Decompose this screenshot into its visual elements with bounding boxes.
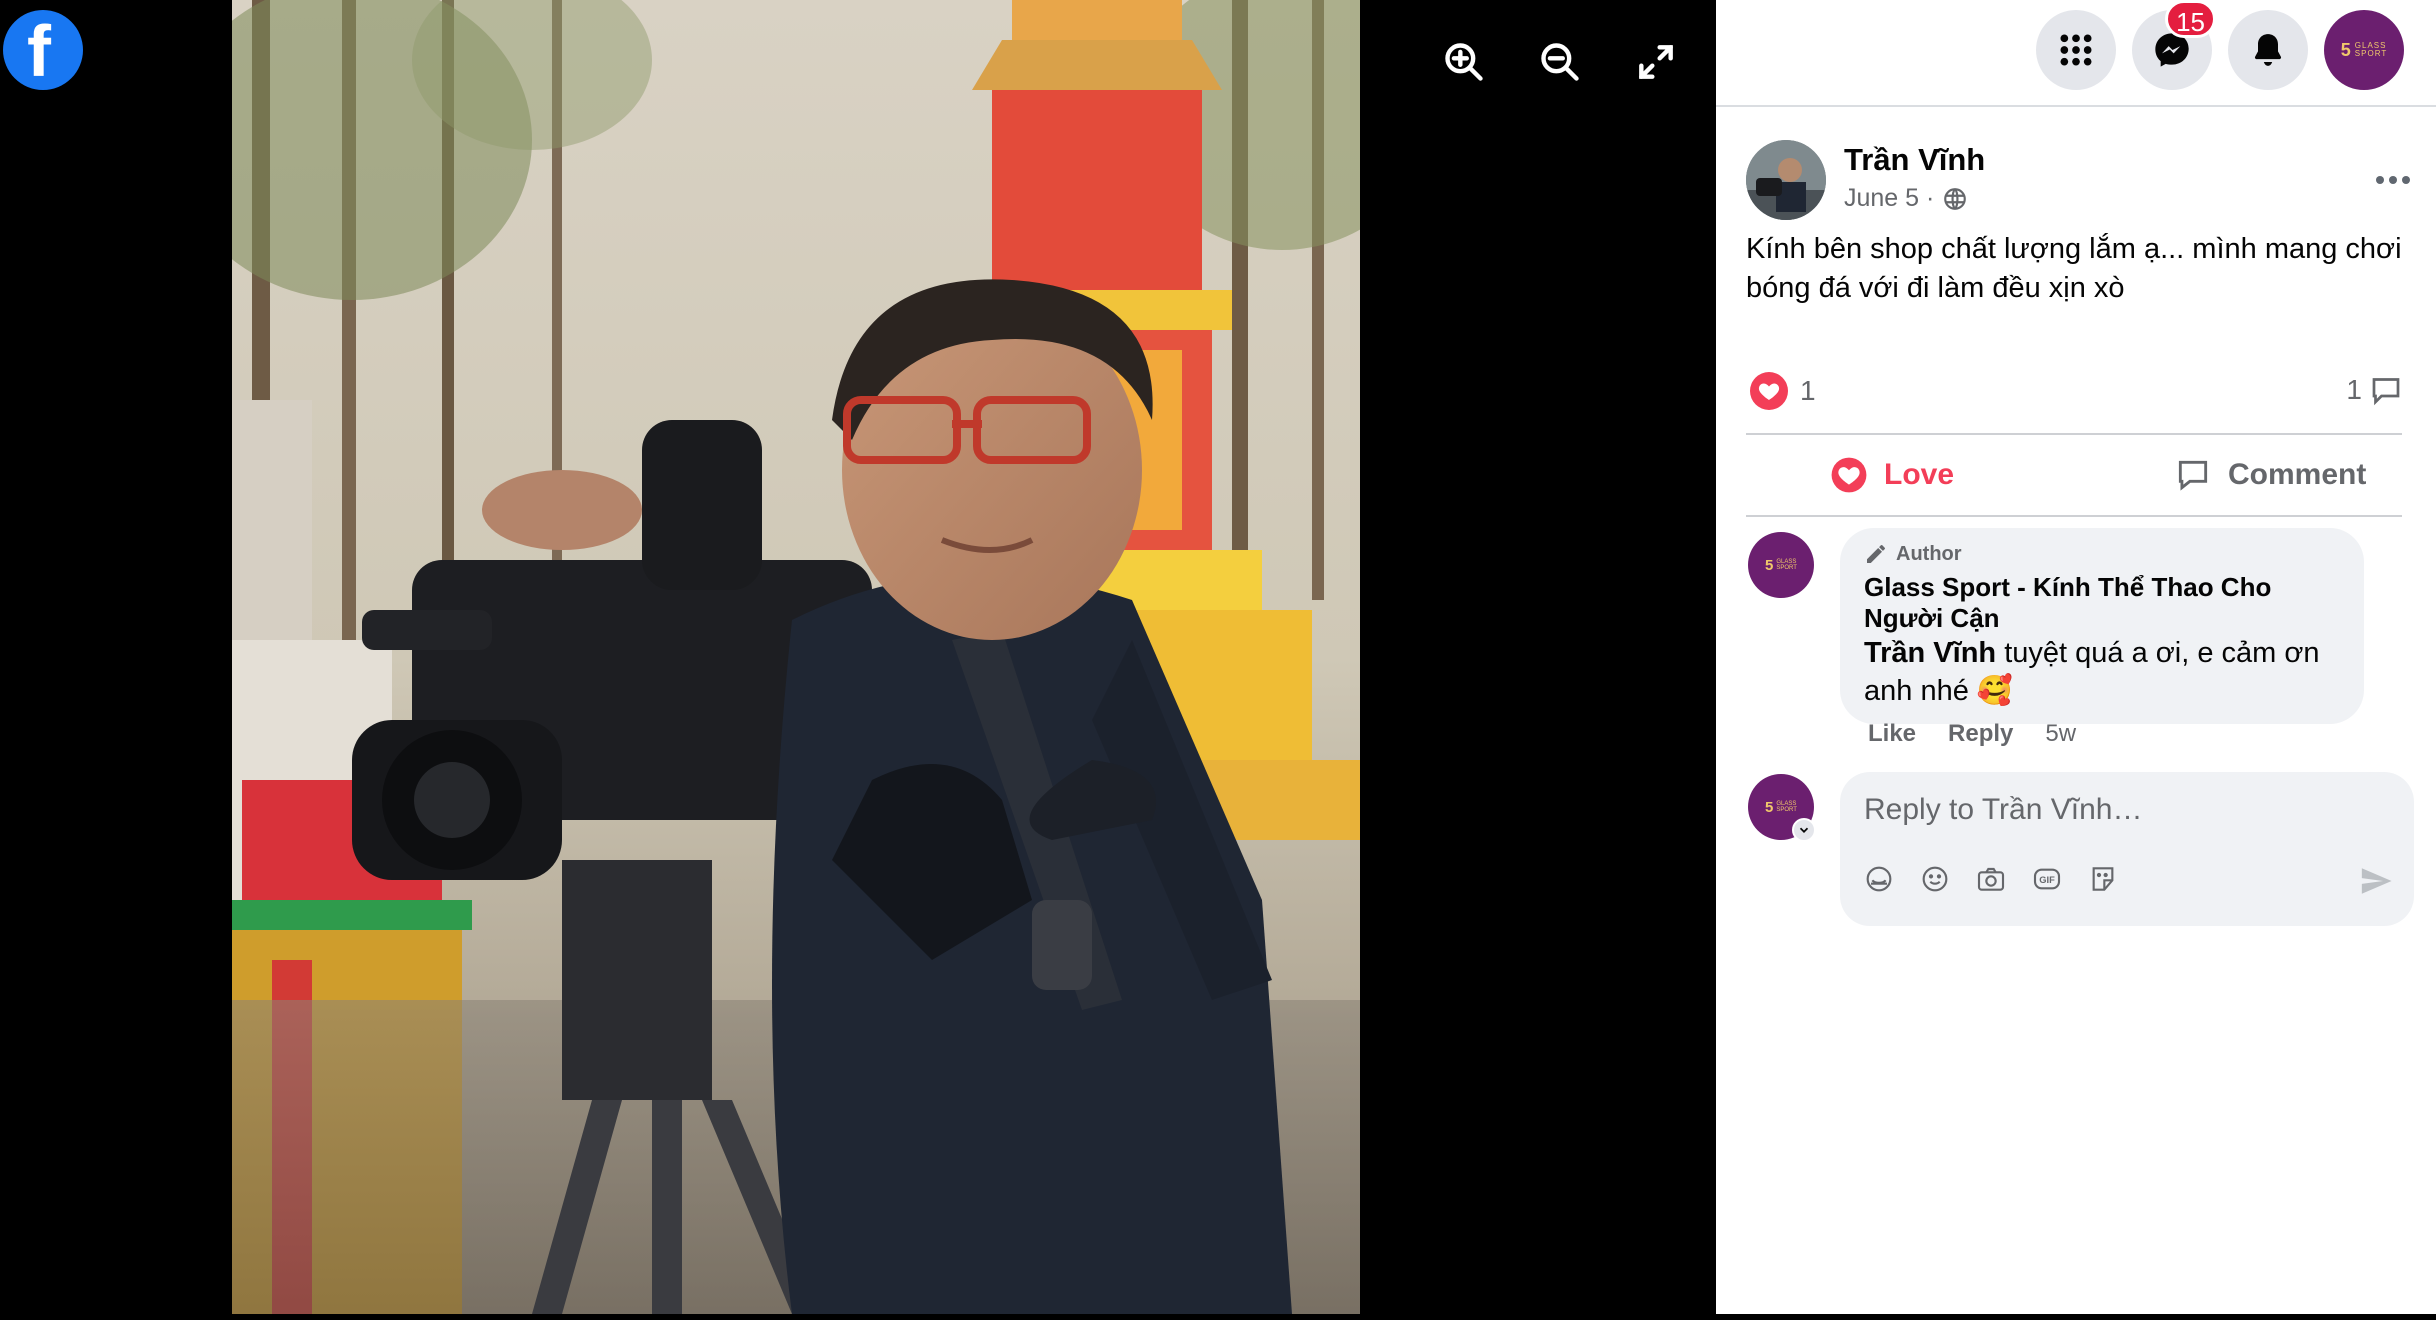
reaction-summary[interactable]: 1 xyxy=(1750,372,1816,410)
reply-avatar-mark: 5 xyxy=(1765,798,1774,816)
post-text: Kính bên shop chất lượng lắm ạ... mình m… xyxy=(1746,233,2402,304)
post-meta: June 5 · xyxy=(1844,184,1968,213)
reply-avatar[interactable]: 5 GLASS SPORT xyxy=(1748,774,1816,842)
author-avatar-image xyxy=(1746,140,1826,220)
chevron-down-icon[interactable] xyxy=(1792,818,1816,842)
reaction-count: 1 xyxy=(1800,375,1816,406)
grid-icon xyxy=(2060,34,2092,66)
messenger-button[interactable]: 15 xyxy=(2132,0,2216,90)
notifications-button[interactable] xyxy=(2228,10,2308,90)
viewer-toolbar xyxy=(1438,36,1682,88)
post-actions: Love Comment xyxy=(1746,433,2402,517)
comment-button[interactable]: Comment xyxy=(2174,449,2366,501)
reply-field: GIF xyxy=(1840,772,2414,926)
bell-icon xyxy=(2254,34,2282,66)
send-icon[interactable] xyxy=(2358,864,2394,898)
comment-time[interactable]: 5w xyxy=(2045,720,2076,748)
messenger-badge: 15 xyxy=(2165,0,2216,38)
comment-label: Comment xyxy=(2228,458,2367,491)
reply-input[interactable] xyxy=(1864,788,2384,832)
camera-icon[interactable] xyxy=(1974,862,2008,896)
account-avatar[interactable]: 5 GLASS SPORT xyxy=(2324,10,2404,90)
pencil-icon xyxy=(1867,545,1885,563)
facebook-logo-letter: f xyxy=(27,12,51,92)
comment-actions: Like Reply 5w xyxy=(1868,720,2076,748)
love-label: Love xyxy=(1884,458,1955,491)
post-header: Trần Vĩnh June 5 · xyxy=(1746,140,2410,220)
reply-avatar-text: GLASS SPORT xyxy=(1776,800,1797,813)
gif-icon[interactable]: GIF xyxy=(2030,862,2064,896)
sticker-icon[interactable] xyxy=(2086,862,2120,896)
brand-mark: 5 xyxy=(2340,40,2351,60)
fullscreen-icon[interactable] xyxy=(1630,36,1682,88)
author-avatar[interactable] xyxy=(1746,140,1826,220)
photo-viewer: f xyxy=(0,0,1716,1320)
love-reaction-icon xyxy=(1750,372,1788,410)
commenter-avatar[interactable]: 5 GLASS SPORT xyxy=(1748,532,1814,598)
post-photo[interactable] xyxy=(232,0,1360,1314)
commenter-name[interactable]: Glass Sport - Kính Thể Thao Cho Người Cậ… xyxy=(1864,572,2342,634)
zoom-in-icon[interactable] xyxy=(1438,36,1490,88)
post-date[interactable]: June 5 · xyxy=(1844,184,1934,213)
svg-text:GIF: GIF xyxy=(2039,875,2055,885)
comment-bubble: Author Glass Sport - Kính Thể Thao Cho N… xyxy=(1840,528,2364,724)
brand-text: GLASS SPORT xyxy=(2354,40,2388,58)
reply-tools: GIF xyxy=(1862,862,2120,896)
comment-reply-link[interactable]: Reply xyxy=(1948,720,2013,748)
post-panel: 15 5 GLASS SPORT Trần Vĩnh June 5 · Kính… xyxy=(1716,0,2436,1314)
comment-like-link[interactable]: Like xyxy=(1868,720,1916,748)
top-navigation: 15 5 GLASS SPORT xyxy=(1716,0,2436,107)
commenter-avatar-text: GLASS SPORT xyxy=(1776,558,1797,571)
zoom-out-icon[interactable] xyxy=(1534,36,1586,88)
comment-mention[interactable]: Trần Vĩnh xyxy=(1864,637,1996,669)
author-tag: Author xyxy=(1864,542,2342,566)
commenter-avatar-mark: 5 xyxy=(1765,556,1774,574)
love-icon xyxy=(1831,457,1867,493)
emoji-icon[interactable] xyxy=(1918,862,1952,896)
menu-grid-button[interactable] xyxy=(2036,10,2116,90)
globe-icon xyxy=(1944,187,1967,210)
more-options-icon[interactable] xyxy=(2368,160,2418,200)
comment-icon xyxy=(2178,460,2208,491)
avatar-sticker-icon[interactable] xyxy=(1862,862,1896,896)
comment-text: Trần Vĩnh tuyệt quá a ơi, e cảm ơn anh n… xyxy=(1864,634,2342,710)
comment-count-value: 1 xyxy=(2346,374,2362,405)
facebook-logo-icon[interactable]: f xyxy=(3,10,83,90)
photo-image xyxy=(232,0,1360,1314)
post-author-name[interactable]: Trần Vĩnh xyxy=(1844,142,1985,178)
love-button[interactable]: Love xyxy=(1830,449,1954,501)
comment-bubble-icon xyxy=(2372,378,2400,406)
comment-count[interactable]: 1 xyxy=(2346,372,2404,408)
author-tag-label: Author xyxy=(1896,542,1962,565)
